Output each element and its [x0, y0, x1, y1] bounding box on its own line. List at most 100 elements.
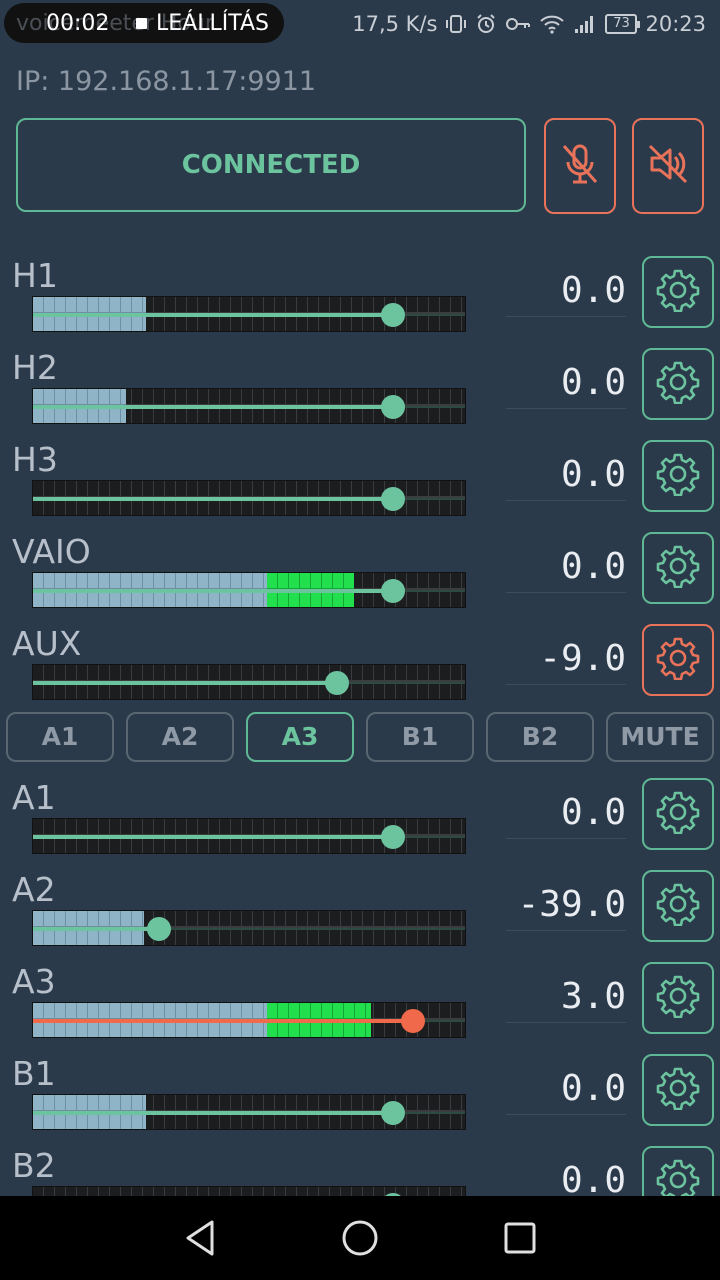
gain-value: 0.0 — [506, 358, 626, 409]
input-strip-vaio: VAIO 0.0 — [0, 532, 720, 622]
gain-value: -39.0 — [506, 880, 626, 931]
strip-settings-button[interactable] — [642, 962, 714, 1034]
connection-status-button[interactable]: CONNECTED — [16, 118, 526, 212]
home-circle-icon — [342, 1220, 378, 1256]
fader-track-filled — [33, 313, 393, 317]
home-button[interactable] — [338, 1216, 382, 1260]
fader-track-filled — [33, 1111, 393, 1115]
bus-button-a3[interactable]: A3 — [246, 712, 354, 762]
level-meter-fader[interactable] — [32, 910, 466, 946]
signal-icon — [573, 13, 597, 35]
back-button[interactable] — [178, 1216, 222, 1260]
level-meter-fader[interactable] — [32, 664, 466, 700]
output-strip-a2: A2 -39.0 — [0, 870, 720, 960]
vibrate-icon — [445, 13, 467, 35]
mic-off-icon — [558, 140, 602, 192]
strip-settings-button[interactable] — [642, 256, 714, 328]
level-meter-fader[interactable] — [32, 296, 466, 332]
gear-icon — [656, 636, 700, 684]
stop-recording-label[interactable]: LEÁLLÍTÁS — [156, 11, 269, 36]
gear-icon — [656, 882, 700, 930]
recents-button[interactable] — [498, 1216, 542, 1260]
screen-record-pill[interactable]: voicemeeter Hour 00:02 LEÁLLÍTÁS — [4, 3, 284, 43]
fader-track-filled — [33, 835, 393, 839]
level-meter-fader[interactable] — [32, 818, 466, 854]
strip-label: B1 — [12, 1054, 56, 1093]
input-strip-h2: H2 0.0 — [0, 348, 720, 438]
gear-icon — [656, 790, 700, 838]
strip-settings-button[interactable] — [642, 348, 714, 420]
strip-label: AUX — [12, 624, 82, 663]
fader-track-filled — [33, 497, 393, 501]
gear-icon — [656, 360, 700, 408]
fader-knob[interactable] — [381, 303, 405, 327]
gain-value: 3.0 — [506, 972, 626, 1023]
gain-value: 0.0 — [506, 266, 626, 317]
speaker-mute-button[interactable] — [632, 118, 704, 214]
record-timer: 00:02 — [46, 11, 110, 36]
strip-settings-button[interactable] — [642, 870, 714, 942]
bus-button-a1[interactable]: A1 — [6, 712, 114, 762]
fader-knob[interactable] — [381, 395, 405, 419]
output-strip-a3: A3 3.0 — [0, 962, 720, 1052]
gain-value: 0.0 — [506, 788, 626, 839]
level-meter-fader[interactable] — [32, 1094, 466, 1130]
gear-icon — [656, 452, 700, 500]
recents-square-icon — [504, 1222, 536, 1254]
gain-value: 0.0 — [506, 1064, 626, 1115]
gain-value: -9.0 — [506, 634, 626, 685]
strip-label: VAIO — [12, 532, 91, 571]
level-meter-fader[interactable] — [32, 480, 466, 516]
wifi-icon — [539, 13, 565, 35]
ip-address: IP: 192.168.1.17:9911 — [16, 66, 317, 97]
fader-knob[interactable] — [381, 487, 405, 511]
input-strip-h1: H1 0.0 — [0, 256, 720, 346]
gear-icon — [656, 268, 700, 316]
bus-button-mute[interactable]: MUTE — [606, 712, 714, 762]
alarm-icon — [475, 13, 497, 35]
gear-icon — [656, 544, 700, 592]
fader-knob[interactable] — [381, 1101, 405, 1125]
fader-knob[interactable] — [325, 671, 349, 695]
fader-track-filled — [33, 589, 393, 593]
fader-knob[interactable] — [381, 579, 405, 603]
strip-label: A3 — [12, 962, 56, 1001]
clock: 20:23 — [645, 12, 706, 36]
fader-knob[interactable] — [381, 825, 405, 849]
strip-label: A2 — [12, 870, 56, 909]
level-meter-fader[interactable] — [32, 572, 466, 608]
strip-settings-button[interactable] — [642, 1054, 714, 1126]
bus-selector: A1 A2 A3 B1 B2 MUTE — [6, 712, 714, 762]
strip-label: A1 — [12, 778, 56, 817]
output-strip-b1: B1 0.0 — [0, 1054, 720, 1144]
level-meter-fader[interactable] — [32, 388, 466, 424]
fader-knob[interactable] — [147, 917, 171, 941]
key-icon — [505, 13, 531, 35]
bus-button-b2[interactable]: B2 — [486, 712, 594, 762]
strip-label: H2 — [12, 348, 58, 387]
fader-track-filled — [33, 927, 159, 931]
strip-label: H1 — [12, 256, 58, 295]
strip-settings-button[interactable] — [642, 440, 714, 512]
strip-settings-button[interactable] — [642, 532, 714, 604]
strip-label: H3 — [12, 440, 58, 479]
battery-icon: 73 — [605, 14, 641, 34]
strip-settings-button[interactable] — [642, 624, 714, 696]
mic-mute-button[interactable] — [544, 118, 616, 214]
output-strip-a1: A1 0.0 — [0, 778, 720, 868]
status-icons: 17,5 K/s 73 20:23 — [352, 9, 706, 39]
fader-track-filled — [33, 1019, 413, 1023]
fader-track-filled — [33, 681, 337, 685]
gear-icon — [656, 974, 700, 1022]
network-speed: 17,5 K/s — [352, 12, 438, 36]
bus-button-b1[interactable]: B1 — [366, 712, 474, 762]
gain-value: 0.0 — [506, 542, 626, 593]
system-nav-bar — [0, 1196, 720, 1280]
level-meter-fader[interactable] — [32, 1002, 466, 1038]
fader-knob[interactable] — [401, 1009, 425, 1033]
back-triangle-icon — [186, 1220, 214, 1256]
fader-track-rest — [159, 928, 465, 930]
input-strip-aux: AUX -9.0 — [0, 624, 720, 714]
strip-settings-button[interactable] — [642, 778, 714, 850]
bus-button-a2[interactable]: A2 — [126, 712, 234, 762]
